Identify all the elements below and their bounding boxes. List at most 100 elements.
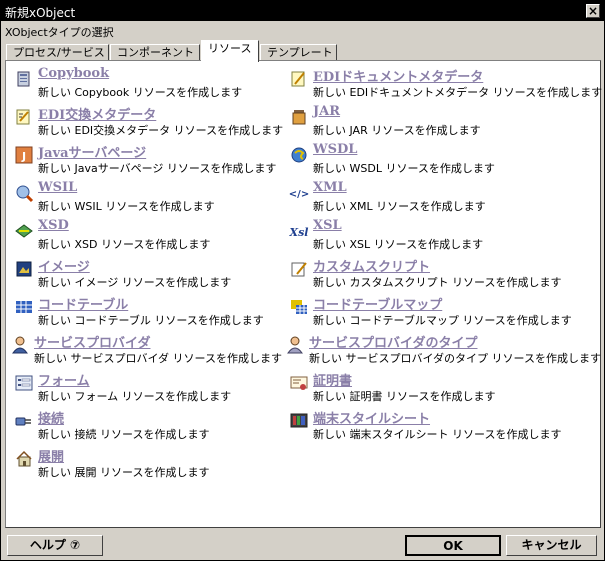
xsd-icon [15, 224, 33, 238]
item-deployment[interactable]: 展開 新しい 展開 リソースを作成します [10, 447, 300, 485]
item-name[interactable]: サービスプロバイダ [34, 332, 150, 351]
item-name[interactable]: XSL [313, 218, 342, 233]
resource-list-panel: Copybook 新しい Copybook リソースを作成します EDI交換メタ… [5, 60, 602, 528]
window-title: 新規xObject [5, 6, 76, 20]
dialog-subtitle: XObjectタイプの選択 [5, 26, 114, 39]
item-description: 新しい 端末スタイルシート リソースを作成します [313, 428, 562, 441]
item-edi-document[interactable]: EDIドキュメントメタデータ 新しい EDIドキュメントメタデータ リソースを作… [285, 66, 602, 105]
deployment-icon [16, 450, 32, 467]
jsp-icon: J [15, 146, 33, 164]
item-wsdl[interactable]: WSDL 新しい WSDL リソースを作成します [285, 142, 575, 181]
item-code-table[interactable]: コードテーブル 新しい コードテーブル リソースを作成します [10, 295, 300, 333]
item-name[interactable]: 接続 [38, 408, 64, 427]
item-name[interactable]: フォーム [38, 370, 90, 389]
item-description: 新しい XML リソースを作成します [313, 200, 486, 213]
item-name[interactable]: 端末スタイルシート [313, 408, 430, 427]
item-description: 新しい 展開 リソースを作成します [38, 466, 210, 479]
item-name[interactable]: XSD [38, 218, 69, 233]
item-xsl[interactable]: Xsl XSL 新しい XSL リソースを作成します [285, 218, 575, 257]
item-edi-exchange[interactable]: EDI交換メタデータ 新しい EDI交換メタデータ リソースを作成します [10, 105, 300, 143]
item-name[interactable]: サービスプロバイダのタイプ [309, 332, 477, 351]
item-name[interactable]: コードテーブルマップ [313, 294, 442, 313]
item-xsd[interactable]: XSD 新しい XSD リソースを作成します [10, 218, 300, 257]
tab-template[interactable]: テンプレート [260, 44, 337, 61]
item-custom-script[interactable]: カスタムスクリプト 新しい カスタムスクリプト リソースを作成します [285, 257, 575, 295]
tab-resource[interactable]: リソース [201, 40, 259, 62]
item-name[interactable]: イメージ [38, 256, 90, 275]
help-button[interactable]: ヘルプ ⑦ [7, 535, 103, 556]
jar-icon [292, 110, 306, 125]
service-provider-icon [12, 336, 28, 354]
item-description: 新しい EDIドキュメントメタデータ リソースを作成します [313, 86, 603, 99]
custom-script-icon [291, 262, 307, 277]
item-description: 新しい 証明書 リソースを作成します [313, 390, 496, 403]
item-jsp[interactable]: J Javaサーバページ 新しい Javaサーバページ リソースを作成します [10, 143, 300, 181]
item-jar[interactable]: JAR 新しい JAR リソースを作成します [285, 104, 575, 143]
service-provider-type-icon [287, 336, 303, 354]
item-certificate[interactable]: 証明書 新しい 証明書 リソースを作成します [285, 371, 575, 409]
item-name[interactable]: 展開 [38, 446, 64, 465]
cancel-button[interactable]: キャンセル [506, 535, 597, 556]
item-description: 新しい XSD リソースを作成します [38, 238, 211, 251]
item-description: 新しい WSDL リソースを作成します [313, 162, 495, 175]
item-description: 新しい イメージ リソースを作成します [38, 276, 232, 289]
certificate-icon [290, 376, 308, 390]
item-service-provider-type[interactable]: サービスプロバイダのタイプ 新しい サービスプロバイダのタイプ リソースを作成し… [281, 332, 601, 371]
item-name[interactable]: コードテーブル [38, 294, 128, 313]
form-icon [15, 375, 33, 391]
item-description: 新しい JAR リソースを作成します [313, 124, 481, 137]
item-wsil[interactable]: WSIL 新しい WSIL リソースを作成します [10, 180, 300, 219]
item-service-provider[interactable]: サービスプロバイダ 新しい サービスプロバイダ リソースを作成します [6, 333, 296, 371]
tab-process-service[interactable]: プロセス/サービス [6, 44, 109, 61]
item-name[interactable]: WSIL [38, 180, 77, 195]
terminal-stylesheet-icon [290, 413, 308, 428]
edi-exchange-icon [16, 109, 30, 125]
xsl-icon: Xsl [289, 226, 308, 239]
item-description: 新しい Javaサーバページ リソースを作成します [38, 162, 277, 175]
svg-text:Xsl: Xsl [289, 226, 308, 239]
item-name[interactable]: EDIドキュメントメタデータ [313, 66, 483, 85]
item-name[interactable]: カスタムスクリプト [313, 256, 430, 275]
dialog-footer: ヘルプ ⑦ OK キャンセル [1, 530, 604, 560]
wsdl-icon [291, 147, 307, 163]
tab-component[interactable]: コンポーネント [110, 44, 200, 61]
item-connection[interactable]: 接続 新しい 接続 リソースを作成します [10, 409, 300, 447]
connection-icon [15, 417, 31, 426]
wsil-icon [16, 185, 34, 203]
item-description: 新しい フォーム リソースを作成します [38, 390, 232, 403]
item-name[interactable]: Javaサーバページ [38, 142, 146, 161]
edi-document-icon [291, 71, 305, 87]
image-icon [16, 261, 32, 277]
item-description: 新しい WSIL リソースを作成します [38, 200, 215, 213]
item-description: 新しい XSL リソースを作成します [313, 238, 484, 251]
item-name[interactable]: EDI交換メタデータ [38, 104, 156, 123]
item-xml[interactable]: </> XML 新しい XML リソースを作成します [285, 180, 575, 219]
item-code-table-map[interactable]: コードテーブルマップ 新しい コードテーブルマップ リソースを作成します [285, 295, 575, 333]
item-description: 新しい サービスプロバイダのタイプ リソースを作成します [309, 352, 602, 365]
item-copybook[interactable]: Copybook 新しい Copybook リソースを作成します [10, 66, 300, 105]
item-form[interactable]: フォーム 新しい フォーム リソースを作成します [10, 371, 300, 409]
item-name[interactable]: 証明書 [313, 370, 352, 389]
item-description: 新しい サービスプロバイダ リソースを作成します [34, 352, 283, 365]
svg-text:J: J [21, 150, 26, 163]
item-description: 新しい コードテーブル リソースを作成します [38, 314, 264, 327]
new-xobject-dialog: 新規xObject × XObjectタイプの選択 プロセス/サービス コンポー… [0, 0, 605, 561]
code-table-icon [16, 301, 32, 313]
item-description: 新しい コードテーブルマップ リソースを作成します [313, 314, 572, 327]
item-description: 新しい 接続 リソースを作成します [38, 428, 210, 441]
xml-icon: </> [289, 189, 309, 200]
item-description: 新しい Copybook リソースを作成します [38, 86, 243, 99]
item-name[interactable]: XML [313, 180, 347, 195]
code-table-map-icon [291, 300, 307, 314]
item-name[interactable]: WSDL [313, 142, 357, 157]
close-button[interactable]: × [586, 4, 600, 18]
item-terminal-stylesheet[interactable]: 端末スタイルシート 新しい 端末スタイルシート リソースを作成します [285, 409, 575, 447]
item-image[interactable]: イメージ 新しい イメージ リソースを作成します [10, 257, 300, 295]
title-bar[interactable]: 新規xObject × [1, 1, 604, 21]
ok-button[interactable]: OK [405, 535, 501, 556]
svg-text:</>: </> [289, 189, 309, 200]
item-name[interactable]: Copybook [38, 66, 109, 81]
item-description: 新しい カスタムスクリプト リソースを作成します [313, 276, 562, 289]
item-name[interactable]: JAR [313, 104, 340, 119]
copybook-icon [17, 71, 30, 87]
